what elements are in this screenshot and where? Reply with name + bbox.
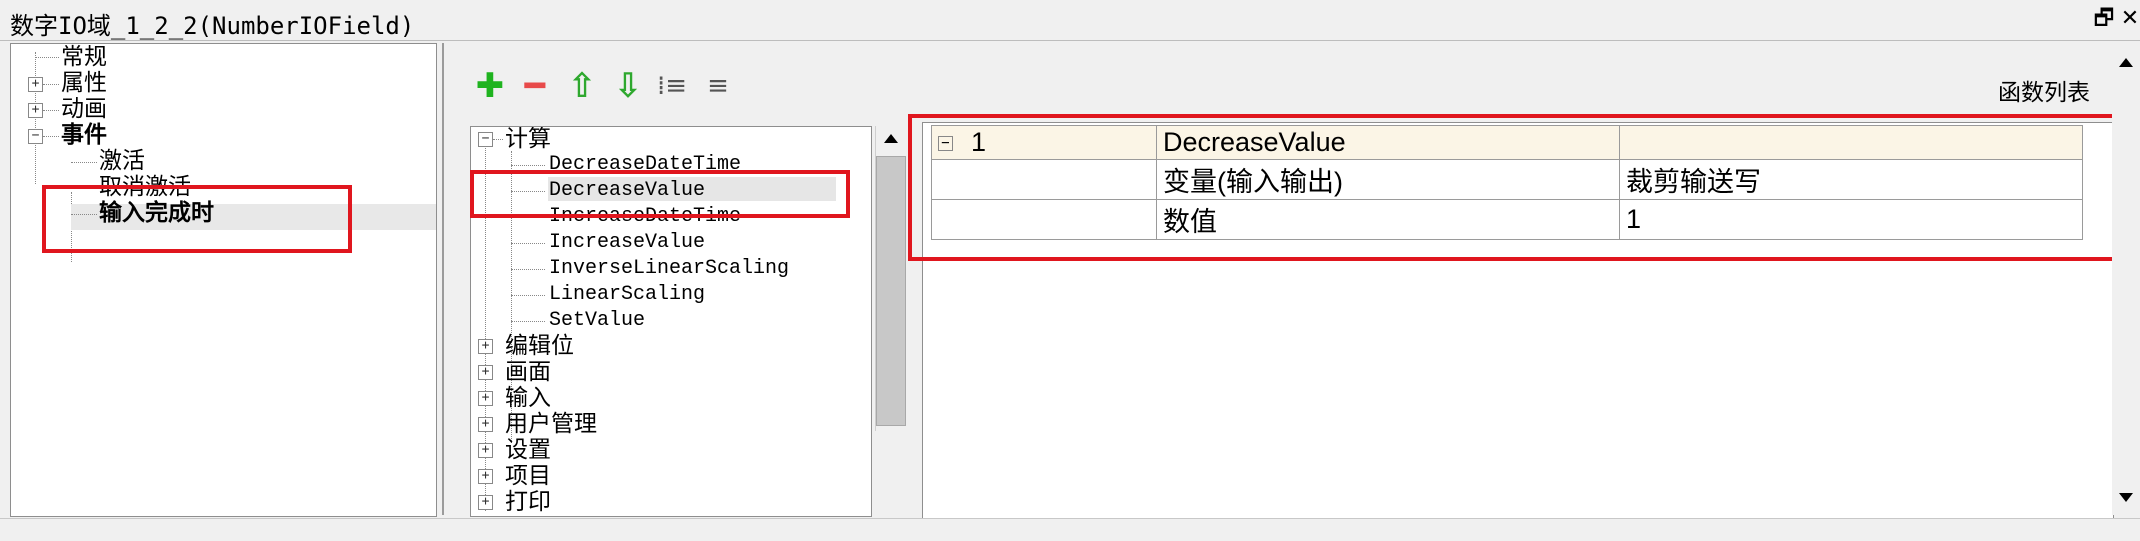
expand-icon[interactable]: + (28, 77, 43, 92)
function-group[interactable]: 打印 (505, 489, 551, 515)
properties-tree: 常规 + 属性 + 动画 − 事件 激活 取消激活 输入完成时 (10, 43, 437, 517)
window-title: 数字IO域_1_2_2(NumberIOField) (10, 12, 415, 40)
remove-function-button[interactable]: ━ (517, 68, 553, 104)
function-item[interactable]: IncreaseValue (549, 230, 705, 256)
expand-icon[interactable]: + (478, 443, 493, 458)
function-group[interactable]: 输入 (505, 385, 551, 411)
highlight-box-parameters (908, 114, 2116, 261)
status-bar (0, 518, 2140, 541)
function-tree-scrollbar[interactable] (875, 126, 906, 431)
main-scrollbar[interactable] (2112, 43, 2140, 515)
move-down-button[interactable]: ⇩ (610, 68, 646, 104)
function-group[interactable]: 项目 (505, 463, 551, 489)
collapse-icon[interactable]: − (478, 132, 493, 147)
expand-icon[interactable]: + (28, 103, 43, 118)
function-item[interactable]: LinearScaling (549, 282, 705, 308)
scroll-down-icon[interactable] (2119, 493, 2133, 502)
collapse-icon[interactable]: − (28, 129, 43, 144)
function-item[interactable]: SetValue (549, 308, 645, 334)
expand-icon[interactable]: + (478, 365, 493, 380)
restore-icon[interactable]: 🗗 (2092, 4, 2116, 34)
function-group[interactable]: 编辑位 (505, 333, 574, 359)
expand-icon[interactable]: + (478, 417, 493, 432)
highlight-box-function (470, 170, 850, 218)
function-group-calc[interactable]: 计算 (505, 127, 551, 152)
move-up-button[interactable]: ⇧ (564, 68, 600, 104)
function-group[interactable]: 设置 (505, 437, 551, 463)
add-function-button[interactable]: ✚ (472, 68, 508, 104)
scroll-thumb[interactable] (876, 156, 906, 426)
outdent-button[interactable]: ≡ (700, 68, 736, 104)
function-item[interactable]: InverseLinearScaling (549, 256, 789, 282)
highlight-box-event (42, 185, 352, 253)
scroll-up-icon[interactable] (2119, 58, 2133, 67)
indent-button[interactable]: ⁞≡ (654, 68, 690, 104)
expand-icon[interactable]: + (478, 469, 493, 484)
expand-icon[interactable]: + (478, 339, 493, 354)
expand-icon[interactable]: + (478, 391, 493, 406)
close-icon[interactable]: ✕ (2118, 4, 2140, 34)
expand-icon[interactable]: + (478, 495, 493, 510)
scroll-up-icon[interactable] (884, 134, 898, 143)
function-group[interactable]: 用户管理 (505, 411, 597, 437)
function-list-label: 函数列表 (1998, 80, 2090, 106)
title-bar: 数字IO域_1_2_2(NumberIOField) 🗗 ✕ (0, 0, 2140, 41)
function-group[interactable]: 画面 (505, 359, 551, 385)
